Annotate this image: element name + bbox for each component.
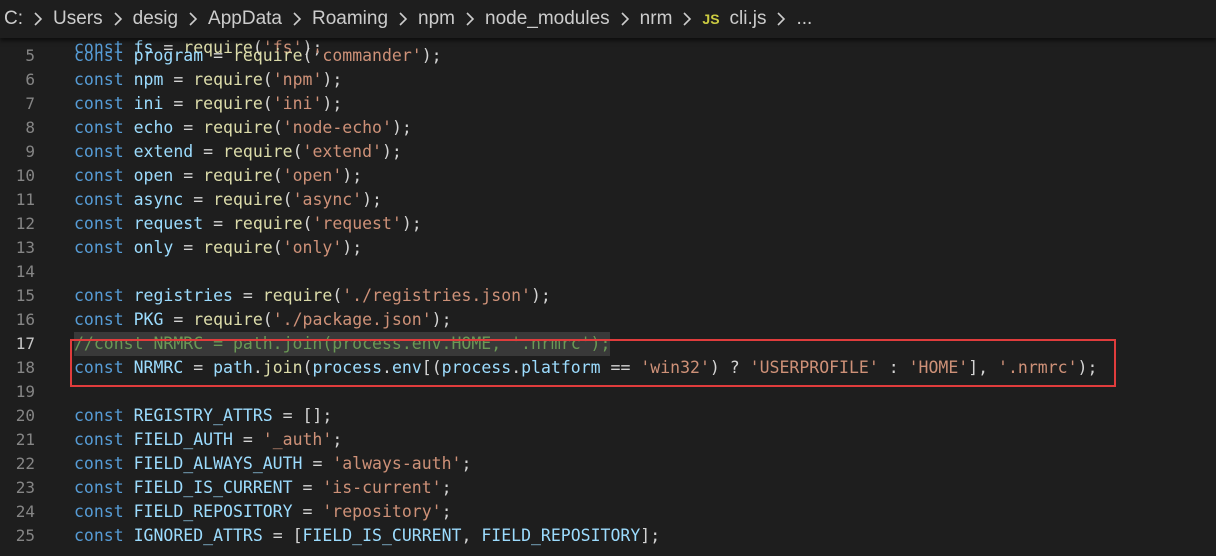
breadcrumb-file[interactable]: cli.js	[730, 8, 767, 30]
line-number: 6	[25, 70, 35, 89]
code-text: const request = require('request');	[74, 214, 422, 233]
line-number: 24	[15, 502, 35, 521]
line-number: 20	[15, 406, 35, 425]
code-line[interactable]: 12 const request = require('request');	[0, 212, 1216, 236]
chevron-right-icon	[679, 11, 695, 27]
code-text: const registries = require('./registries…	[74, 286, 551, 305]
breadcrumb-node-modules[interactable]: node_modules	[485, 8, 610, 30]
code-line[interactable]: 22 const FIELD_ALWAYS_AUTH = 'always-auth…	[0, 452, 1216, 476]
code-line[interactable]: 6 const npm = require('npm');	[0, 68, 1216, 92]
code-text: const FIELD_AUTH = '_auth';	[74, 430, 343, 449]
chevron-right-icon	[462, 11, 478, 27]
code-line[interactable]: 15 const registries = require('./registri…	[0, 284, 1216, 308]
breadcrumb: C: Users desig AppData Roaming npm node_…	[0, 0, 1216, 38]
code-line[interactable]: 24 const FIELD_REPOSITORY = 'repository';	[0, 500, 1216, 524]
code-text: const open = require('open');	[74, 166, 363, 185]
code-text: const echo = require('node-echo');	[74, 118, 412, 137]
line-number: 8	[25, 118, 35, 137]
javascript-file-icon: JS	[702, 11, 720, 27]
code-line[interactable]: 14	[0, 260, 1216, 284]
code-text: const async = require('async');	[74, 190, 382, 209]
code-line[interactable]: 8 const echo = require('node-echo');	[0, 116, 1216, 140]
line-number: 9	[25, 142, 35, 161]
chevron-right-icon	[185, 11, 201, 27]
breadcrumb-drive[interactable]: C:	[4, 8, 23, 30]
breadcrumb-roaming[interactable]: Roaming	[312, 8, 388, 30]
code-line[interactable]: 5 const program = require('commander');	[0, 44, 1216, 68]
line-number: 13	[15, 238, 35, 257]
code-line[interactable]: 21 const FIELD_AUTH = '_auth';	[0, 428, 1216, 452]
code-text: const FIELD_IS_CURRENT = 'is-current';	[74, 478, 452, 497]
code-text: const extend = require('extend');	[74, 142, 402, 161]
code-line[interactable]: 13 const only = require('only');	[0, 236, 1216, 260]
code-line[interactable]: 9 const extend = require('extend');	[0, 140, 1216, 164]
breadcrumb-appdata[interactable]: AppData	[208, 8, 282, 30]
breadcrumb-npm[interactable]: npm	[418, 8, 455, 30]
code-editor[interactable]: const fs = require('fs'); 5 const program…	[0, 32, 1216, 556]
line-number: 19	[15, 382, 35, 401]
line-number: 25	[15, 526, 35, 545]
line-number: 17	[15, 334, 35, 353]
code-line[interactable]: 16 const PKG = require('./package.json');	[0, 308, 1216, 332]
chevron-right-icon	[110, 11, 126, 27]
line-number: 15	[15, 286, 35, 305]
code-text: const ini = require('ini');	[74, 94, 343, 113]
line-number: 18	[15, 358, 35, 377]
code-text: const FIELD_ALWAYS_AUTH = 'always-auth';	[74, 454, 472, 473]
line-number: 23	[15, 478, 35, 497]
chevron-right-icon	[395, 11, 411, 27]
code-line[interactable]: 20 const REGISTRY_ATTRS = [];	[0, 404, 1216, 428]
line-number: 21	[15, 430, 35, 449]
line-number: 14	[15, 262, 35, 281]
line-number: 16	[15, 310, 35, 329]
line-number: 22	[15, 454, 35, 473]
line-number: 7	[25, 94, 35, 113]
chevron-right-icon	[30, 11, 46, 27]
line-number: 10	[15, 166, 35, 185]
code-text: const PKG = require('./package.json');	[74, 310, 452, 329]
highlight-annotation-box	[70, 339, 1116, 387]
breadcrumb-users[interactable]: Users	[53, 8, 103, 30]
code-line[interactable]: 23 const FIELD_IS_CURRENT = 'is-current';	[0, 476, 1216, 500]
line-number: 11	[15, 190, 35, 209]
breadcrumb-nrm[interactable]: nrm	[640, 8, 673, 30]
code-text: const FIELD_REPOSITORY = 'repository';	[74, 502, 452, 521]
code-line[interactable]: 11 const async = require('async');	[0, 188, 1216, 212]
chevron-right-icon	[289, 11, 305, 27]
code-text: const program = require('commander');	[74, 46, 442, 65]
code-text: const REGISTRY_ATTRS = [];	[74, 406, 333, 425]
code-text: const npm = require('npm');	[74, 70, 343, 89]
chevron-right-icon	[773, 11, 789, 27]
code-text: const IGNORED_ATTRS = [FIELD_IS_CURRENT,…	[74, 526, 661, 545]
code-line[interactable]: 10 const open = require('open');	[0, 164, 1216, 188]
code-text: const only = require('only');	[74, 238, 363, 257]
breadcrumb-symbols[interactable]: ...	[796, 8, 812, 30]
line-number: 5	[25, 46, 35, 65]
chevron-right-icon	[617, 11, 633, 27]
breadcrumb-desig[interactable]: desig	[133, 8, 178, 30]
code-line[interactable]: 7 const ini = require('ini');	[0, 92, 1216, 116]
code-line[interactable]: 25 const IGNORED_ATTRS = [FIELD_IS_CURREN…	[0, 524, 1216, 548]
line-number: 12	[15, 214, 35, 233]
